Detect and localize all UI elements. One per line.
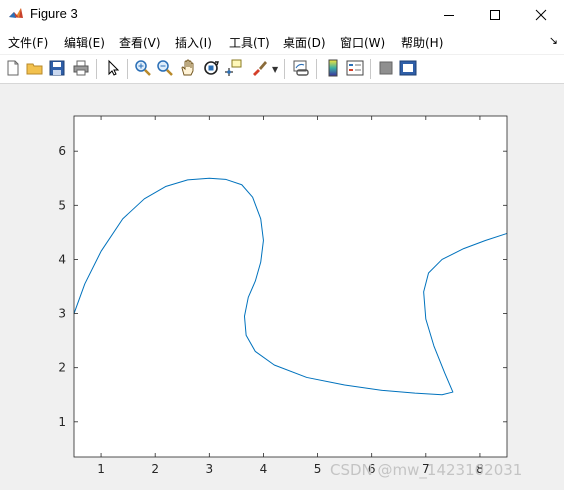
- x-tick-label: 5: [314, 462, 322, 476]
- rotate-3d-icon[interactable]: [202, 59, 220, 77]
- y-tick-label: 1: [58, 415, 66, 429]
- y-tick-label: 3: [58, 307, 66, 321]
- toolbar-separator: [284, 59, 285, 79]
- menu-bar: 文件(F) 编辑(E) 查看(V) 插入(I) 工具(T) 桌面(D) 窗口(W…: [0, 30, 564, 54]
- new-figure-icon[interactable]: [4, 59, 22, 77]
- close-icon: [535, 9, 547, 21]
- menu-edit[interactable]: 编辑(E): [64, 34, 105, 51]
- x-tick-label: 1: [97, 462, 105, 476]
- minimize-icon: [444, 15, 454, 16]
- window-title-bar[interactable]: Figure 3: [0, 0, 564, 30]
- edit-plot-icon[interactable]: [104, 59, 122, 77]
- x-tick-label: 4: [260, 462, 268, 476]
- y-tick-label: 4: [58, 252, 66, 266]
- brush-dropdown-icon[interactable]: ▼: [272, 65, 278, 74]
- menu-tools[interactable]: 工具(T): [229, 34, 270, 51]
- maximize-icon: [490, 10, 500, 20]
- y-tick-label: 5: [58, 198, 66, 212]
- watermark-text: CSDN @mw_1423102031: [330, 461, 523, 479]
- save-icon[interactable]: [48, 59, 66, 77]
- brush-icon[interactable]: [250, 59, 268, 77]
- data-cursor-icon[interactable]: [224, 59, 242, 77]
- legend-icon[interactable]: [346, 59, 364, 77]
- x-tick-label: 2: [151, 462, 159, 476]
- close-button[interactable]: [518, 0, 564, 30]
- y-tick-label: 6: [58, 144, 66, 158]
- print-icon[interactable]: [72, 59, 90, 77]
- menu-desktop[interactable]: 桌面(D): [283, 34, 326, 51]
- matlab-logo-icon: [8, 6, 24, 22]
- toolbar-separator: [127, 59, 128, 79]
- menu-window[interactable]: 窗口(W): [340, 34, 385, 51]
- x-tick-label: 3: [205, 462, 213, 476]
- toolbar-separator: [316, 59, 317, 79]
- menu-file[interactable]: 文件(F): [8, 34, 48, 51]
- pan-icon[interactable]: [179, 59, 197, 77]
- figure-canvas[interactable]: 12345678123456: [0, 84, 564, 490]
- dock-arrow-icon[interactable]: ↘: [549, 34, 558, 47]
- colorbar-icon[interactable]: [324, 59, 342, 77]
- open-file-icon[interactable]: [26, 59, 44, 77]
- link-plot-icon[interactable]: [292, 59, 310, 77]
- toolbar-separator: [96, 59, 97, 79]
- hide-plot-tools-icon[interactable]: [377, 59, 395, 77]
- menu-insert[interactable]: 插入(I): [175, 34, 212, 51]
- axes-background: [74, 116, 507, 457]
- toolbar-separator: [370, 59, 371, 79]
- zoom-out-icon[interactable]: [156, 59, 174, 77]
- maximize-button[interactable]: [472, 0, 518, 30]
- y-tick-label: 2: [58, 361, 66, 375]
- minimize-button[interactable]: [426, 0, 472, 30]
- window-title: Figure 3: [30, 6, 78, 21]
- menu-view[interactable]: 查看(V): [119, 34, 161, 51]
- show-plot-tools-icon[interactable]: [399, 59, 417, 77]
- zoom-in-icon[interactable]: [134, 59, 152, 77]
- menu-help[interactable]: 帮助(H): [401, 34, 443, 51]
- plot-svg[interactable]: 1 2 3 4 5 6 7 8123456: [0, 84, 564, 490]
- figure-toolbar: ▼: [0, 55, 564, 84]
